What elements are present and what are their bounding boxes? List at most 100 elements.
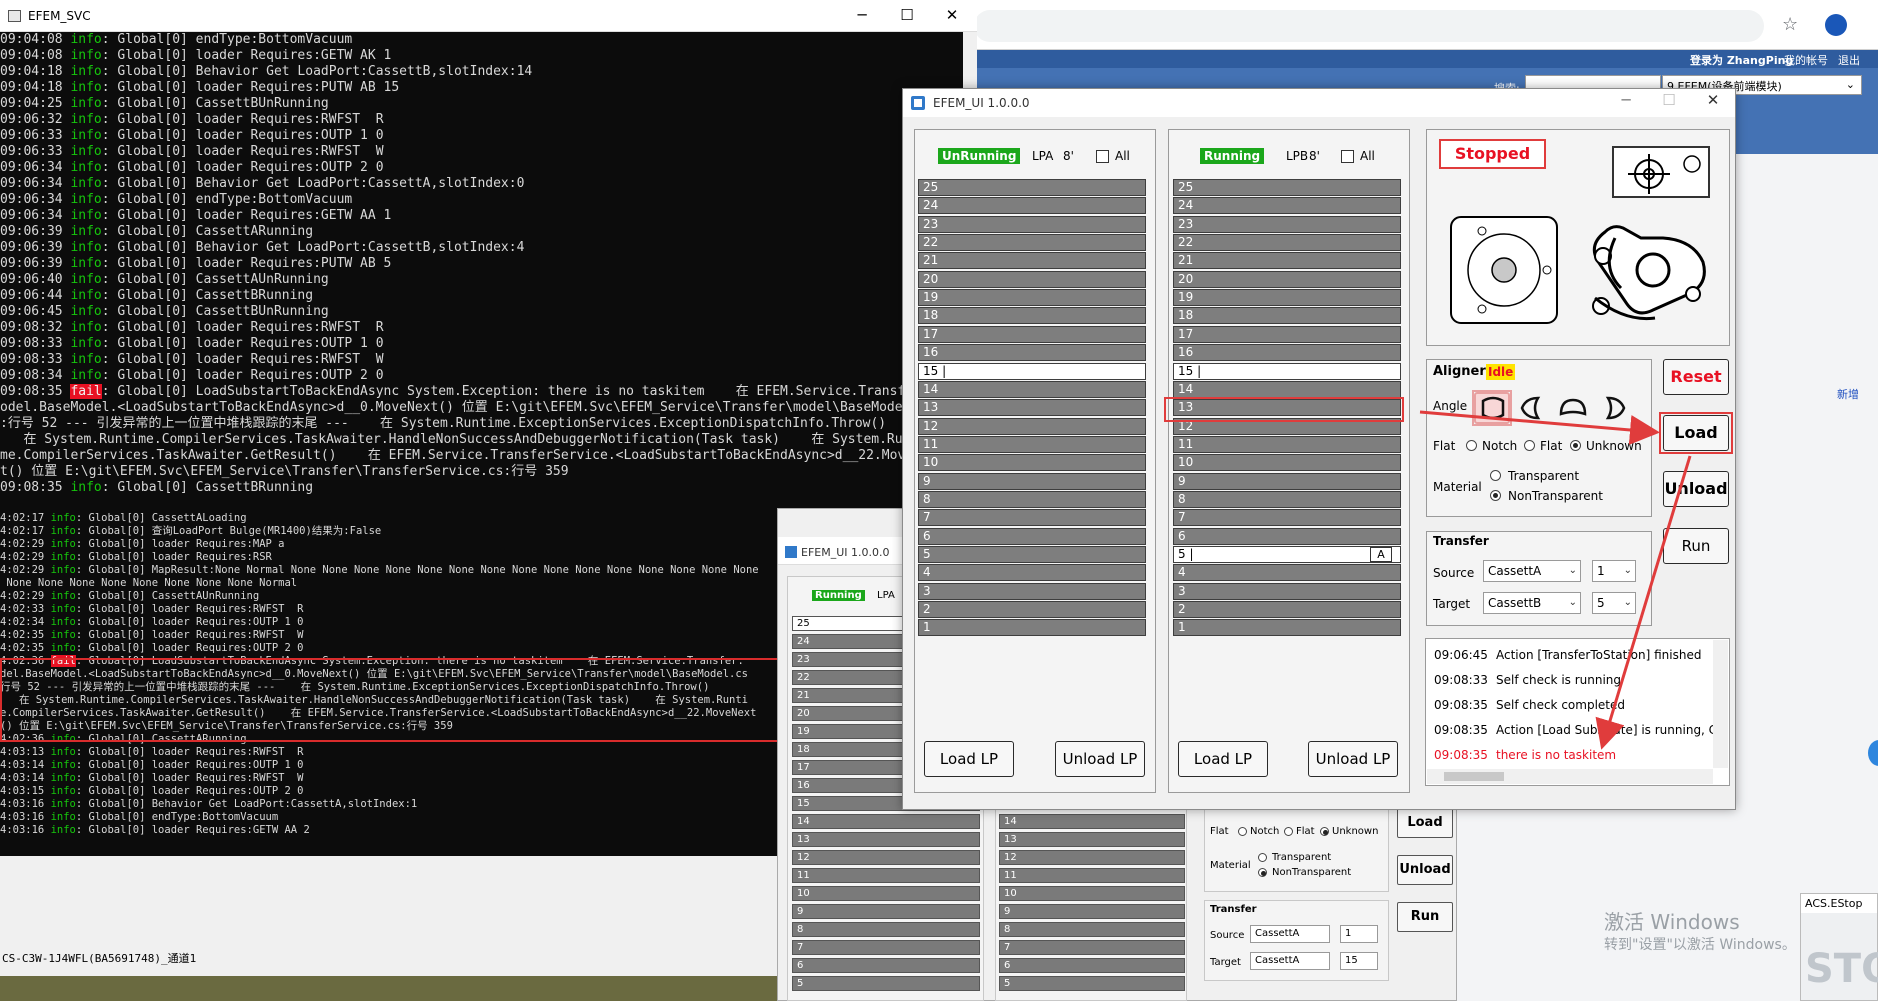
lpb-slot-16[interactable]: 16 [1173, 344, 1401, 361]
lpb-slot-10[interactable]: 10 [1173, 454, 1401, 471]
small-slot-7[interactable]: 7 [792, 940, 980, 955]
lpa-all-checkbox[interactable] [1096, 150, 1109, 163]
lpa-slot-20[interactable]: 20 [918, 271, 1146, 288]
lpa-slot-13[interactable]: 13 [918, 399, 1146, 416]
lpb-slot-22[interactable]: 22 [1173, 234, 1401, 251]
lpb-slot-14[interactable]: 14 [1173, 381, 1401, 398]
logout-link[interactable]: 退出 [1838, 52, 1860, 68]
lpb-slot-17[interactable]: 17 [1173, 326, 1401, 343]
lpb-load-lp-button[interactable]: Load LP [1178, 741, 1268, 777]
small-slot-12[interactable]: 12 [792, 850, 980, 865]
radio-notch[interactable] [1466, 440, 1477, 451]
radio-nontransparent[interactable] [1490, 490, 1501, 501]
small-run-button[interactable]: Run [1397, 902, 1453, 932]
lpa-slot-15[interactable]: 15 | [918, 363, 1146, 380]
small-slot-5[interactable]: 5 [792, 976, 980, 991]
small-radio-nontransparent[interactable] [1258, 868, 1267, 877]
lpb-slot-2[interactable]: 2 [1173, 601, 1401, 618]
lpb-slot-21[interactable]: 21 [1173, 252, 1401, 269]
small-slot-11[interactable]: 11 [792, 868, 980, 883]
lpb-slot-3[interactable]: 3 [1173, 583, 1401, 600]
radio-unknown[interactable] [1570, 440, 1581, 451]
lpb-slot-19[interactable]: 19 [1173, 289, 1401, 306]
close-icon[interactable]: ✕ [1703, 91, 1723, 109]
small-slot-10[interactable]: 10 [999, 886, 1185, 901]
lpa-slot-23[interactable]: 23 [918, 216, 1146, 233]
reset-button[interactable]: Reset [1663, 359, 1729, 395]
lpa-slot-19[interactable]: 19 [918, 289, 1146, 306]
lpa-slot-5[interactable]: 5 [918, 546, 1146, 563]
small-slot-13[interactable]: 13 [999, 832, 1185, 847]
small-radio-transparent[interactable] [1258, 853, 1267, 862]
url-box[interactable] [974, 10, 1764, 42]
minimize-icon[interactable]: ─ [852, 6, 872, 24]
source-select[interactable]: CassettA ⌄ [1483, 560, 1581, 582]
small-slot-8[interactable]: 8 [792, 922, 980, 937]
log-scroll-thumb[interactable] [1444, 772, 1504, 781]
maximize-icon[interactable]: ☐ [897, 6, 917, 24]
small-unload-button[interactable]: Unload [1397, 855, 1453, 885]
small-slot-13[interactable]: 13 [792, 832, 980, 847]
lpa-slot-12[interactable]: 12 [918, 418, 1146, 435]
small-slot-11[interactable]: 11 [999, 868, 1185, 883]
lpa-slot-7[interactable]: 7 [918, 509, 1146, 526]
small-radio-flat[interactable] [1284, 827, 1293, 836]
lpa-slot-6[interactable]: 6 [918, 528, 1146, 545]
new-link[interactable]: 新增 [1837, 386, 1859, 402]
radio-flat[interactable] [1524, 440, 1535, 451]
small-target-slot-select[interactable]: 15 [1340, 952, 1378, 970]
source-slot-select[interactable]: 1 ⌄ [1592, 560, 1636, 582]
small-slot-9[interactable]: 9 [999, 904, 1185, 919]
lpa-slot-1[interactable]: 1 [918, 619, 1146, 636]
small-source-slot-select[interactable]: 1 [1340, 925, 1378, 943]
lpa-slot-18[interactable]: 18 [918, 307, 1146, 324]
svc-console-output[interactable]: 09:04:08 info: Global[0] endType:BottomV… [0, 32, 963, 512]
lpb-slot-24[interactable]: 24 [1173, 197, 1401, 214]
lpa-slot-17[interactable]: 17 [918, 326, 1146, 343]
bookmark-star-icon[interactable]: ☆ [1782, 14, 1798, 35]
log-vertical-scrollbar[interactable] [1713, 640, 1728, 768]
unload-button[interactable]: Unload [1663, 471, 1729, 507]
profile-avatar-icon[interactable] [1825, 14, 1847, 36]
lpb-slot-25[interactable]: 25 [1173, 179, 1401, 196]
small-slot-14[interactable]: 14 [999, 814, 1185, 829]
small-slot-8[interactable]: 8 [999, 922, 1185, 937]
small-radio-notch[interactable] [1238, 827, 1247, 836]
lpb-unload-lp-button[interactable]: Unload LP [1308, 741, 1398, 777]
angle-option-90[interactable] [1516, 394, 1546, 422]
small-load-button[interactable]: Load [1397, 808, 1453, 838]
lpa-slot-14[interactable]: 14 [918, 381, 1146, 398]
lpb-slot-18[interactable]: 18 [1173, 307, 1401, 324]
close-icon[interactable]: ✕ [942, 6, 962, 24]
lpa-unload-lp-button[interactable]: Unload LP [1055, 741, 1145, 777]
lpa-slot-3[interactable]: 3 [918, 583, 1146, 600]
my-account-link[interactable]: 我的帐号 [1784, 52, 1828, 68]
lpb-slot-1[interactable]: 1 [1173, 619, 1401, 636]
estop-label[interactable]: STOP [1805, 946, 1878, 992]
run-button[interactable]: Run [1663, 528, 1729, 564]
lpb-slot-15[interactable]: 15 | [1173, 363, 1401, 380]
lpa-slot-21[interactable]: 21 [918, 252, 1146, 269]
small-source-select[interactable]: CassettA [1250, 925, 1330, 943]
lpa-slot-2[interactable]: 2 [918, 601, 1146, 618]
small-slot-5[interactable]: 5 [999, 976, 1185, 991]
lpb-all-checkbox[interactable] [1341, 150, 1354, 163]
lpa-slot-9[interactable]: 9 [918, 473, 1146, 490]
lpb-slot-7[interactable]: 7 [1173, 509, 1401, 526]
small-slot-10[interactable]: 10 [792, 886, 980, 901]
lpb-slot-20[interactable]: 20 [1173, 271, 1401, 288]
small-slot-7[interactable]: 7 [999, 940, 1185, 955]
lpa-slot-10[interactable]: 10 [918, 454, 1146, 471]
radio-transparent[interactable] [1490, 470, 1501, 481]
small-target-select[interactable]: CassettA [1250, 952, 1330, 970]
small-radio-unknown[interactable] [1320, 827, 1329, 836]
lpa-slot-25[interactable]: 25 [918, 179, 1146, 196]
lpa-slot-8[interactable]: 8 [918, 491, 1146, 508]
lpb-slot-8[interactable]: 8 [1173, 491, 1401, 508]
minimize-icon[interactable]: ─ [1616, 91, 1636, 109]
lpb-slot-6[interactable]: 6 [1173, 528, 1401, 545]
lpb-slot-4[interactable]: 4 [1173, 564, 1401, 581]
small-slot-6[interactable]: 6 [792, 958, 980, 973]
small-slot-14[interactable]: 14 [792, 814, 980, 829]
small-slot-12[interactable]: 12 [999, 850, 1185, 865]
